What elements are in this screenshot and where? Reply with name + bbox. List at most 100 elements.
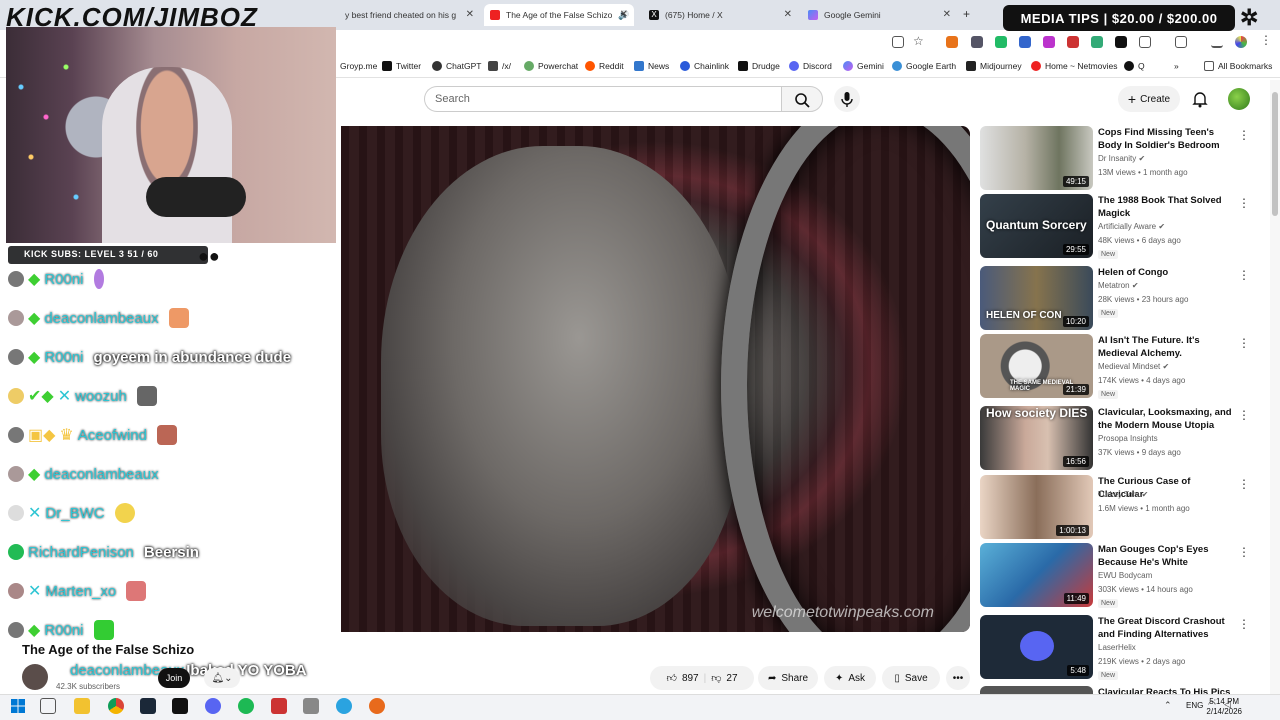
video-thumbnail[interactable]: Quantum Sorcery 29:55 — [980, 194, 1093, 258]
ask-button[interactable]: ✦ Ask — [824, 666, 876, 690]
bookmarks-overflow[interactable]: » — [1174, 61, 1179, 71]
profile-icon[interactable] — [1235, 36, 1247, 48]
tab-google-gemini[interactable]: Google Gemini ✕ — [802, 4, 957, 26]
discord-icon[interactable] — [205, 698, 221, 714]
like-button[interactable]: 👍︎ 897 — [666, 672, 698, 685]
x-extension-icon[interactable] — [1115, 36, 1127, 48]
puzzle-icon[interactable] — [1139, 36, 1151, 48]
tab-x-home[interactable]: X (675) Home / X ✕ — [643, 4, 798, 26]
recommendation-item[interactable]: HELEN OF CON 10:20 Helen of Congo Metatro… — [980, 266, 1250, 330]
bookmark-discord[interactable]: Discord — [789, 61, 832, 71]
recommendation-item[interactable]: 1:00:13 The Curious Case of Clavicular T… — [980, 475, 1250, 539]
bookmark-q[interactable]: Q — [1124, 61, 1145, 71]
video-thumbnail[interactable]: THE SAME MEDIEVAL MAGIC 21:39 — [980, 334, 1093, 398]
subs-goal-bar: KICK SUBS: LEVEL 3 51 / 60 — [8, 246, 208, 264]
recommendation-item[interactable]: Quantum Sorcery 29:55 The 1988 Book That … — [980, 194, 1250, 259]
subscribe-bell-button[interactable]: 🔔︎ ⌄ — [204, 668, 240, 688]
system-clock[interactable]: 5:14 PM 2/14/2026 — [1206, 697, 1242, 717]
search-button[interactable] — [781, 86, 823, 112]
bookmark-powerchat[interactable]: Powerchat — [524, 61, 578, 71]
recommendation-item[interactable]: THE SAME MEDIEVAL MAGIC 21:39 AI Isn't Th… — [980, 334, 1250, 399]
recommendation-item[interactable]: 11:49 Man Gouges Cop's Eyes Because He's… — [980, 543, 1250, 608]
video-player[interactable]: welcometotwinpeaks.com — [341, 126, 970, 632]
sidebar-icon[interactable] — [1175, 36, 1187, 48]
video-thumbnail[interactable]: 49:15 — [980, 126, 1093, 190]
extension-icon[interactable] — [1067, 36, 1079, 48]
recommendation-item[interactable]: 49:15 Cops Find Missing Teen's Body In S… — [980, 126, 1250, 190]
account-avatar[interactable] — [1228, 88, 1250, 110]
tab-age-of-false-schizo[interactable]: The Age of the False Schizo 🔊 ✕ — [484, 4, 634, 26]
bookmark-star-icon[interactable]: ☆ — [913, 34, 924, 48]
bookmark-google-earth[interactable]: Google Earth — [892, 61, 956, 71]
video-thumbnail[interactable]: 5:48 — [980, 615, 1093, 679]
recommendation-item[interactable]: Clavicular Reacts To His Pics — [980, 686, 1250, 694]
close-icon[interactable]: ✕ — [784, 9, 792, 20]
app-icon[interactable] — [271, 698, 287, 714]
more-actions-button[interactable]: ••• — [946, 666, 970, 690]
menu-kebab-icon[interactable]: ⋮ — [1260, 33, 1272, 47]
windows-start-icon[interactable] — [10, 698, 26, 714]
search-input[interactable]: Search — [424, 86, 782, 112]
task-view-icon[interactable] — [40, 698, 56, 714]
share-button[interactable]: ➦ Share — [758, 666, 818, 690]
all-bookmarks[interactable]: All Bookmarks — [1204, 61, 1272, 71]
new-tab-button[interactable]: + — [963, 7, 970, 21]
bookmark-chatgpt[interactable]: ChatGPT — [432, 61, 481, 71]
kebab-menu-icon[interactable]: ⋮ — [1238, 477, 1250, 491]
save-button[interactable]: ▯ Save — [882, 666, 940, 690]
shield-icon[interactable] — [971, 36, 983, 48]
video-thumbnail[interactable]: How society DIES 16:56 — [980, 406, 1093, 470]
recommendation-item[interactable]: 5:48 The Great Discord Crashout and Find… — [980, 615, 1250, 680]
kebab-menu-icon[interactable]: ⋮ — [1238, 545, 1250, 559]
bookmark-news[interactable]: News — [634, 61, 669, 71]
kebab-menu-icon[interactable]: ⋮ — [1238, 336, 1250, 350]
verified-icon: ✔ — [1158, 222, 1166, 231]
close-icon[interactable]: ✕ — [466, 9, 474, 20]
bookmark-x[interactable]: /x/ — [488, 61, 511, 71]
gemini-icon — [808, 10, 818, 20]
install-icon[interactable] — [892, 36, 904, 48]
notifications-button[interactable] — [1190, 89, 1210, 109]
kebab-menu-icon[interactable]: ⋮ — [1238, 128, 1250, 142]
join-button[interactable]: Join — [158, 668, 190, 688]
app-icon[interactable] — [369, 698, 385, 714]
steam-icon[interactable] — [140, 698, 156, 714]
video-thumbnail[interactable]: 1:00:13 — [980, 475, 1093, 539]
bookmark-twitter[interactable]: Twitter — [382, 61, 421, 71]
bookmark-groyp[interactable]: Groyp.me — [340, 61, 377, 71]
extension-icon[interactable] — [1091, 36, 1103, 48]
close-icon[interactable]: ✕ — [943, 9, 951, 20]
video-thumbnail[interactable]: HELEN OF CON 10:20 — [980, 266, 1093, 330]
video-thumbnail[interactable] — [980, 686, 1093, 694]
extension-icon[interactable] — [995, 36, 1007, 48]
dislike-button[interactable]: 👎︎ 27 — [711, 672, 737, 685]
app-icon[interactable] — [303, 698, 319, 714]
extension-icon[interactable] — [1019, 36, 1031, 48]
extension-icon[interactable] — [1043, 36, 1055, 48]
kebab-menu-icon[interactable]: ⋮ — [1238, 617, 1250, 631]
create-button[interactable]: + Create — [1118, 86, 1180, 112]
reading-list-icon[interactable] — [1211, 36, 1223, 48]
close-icon[interactable]: ✕ — [620, 9, 628, 20]
language-indicator[interactable]: ENG — [1186, 701, 1203, 710]
recommendation-item[interactable]: How society DIES 16:56 Clavicular, Looksm… — [980, 406, 1250, 470]
bookmark-gemini[interactable]: Gemini — [843, 61, 884, 71]
terminal-icon[interactable] — [172, 698, 188, 714]
bookmark-drudge[interactable]: Drudge — [738, 61, 780, 71]
voice-search-button[interactable] — [834, 86, 860, 112]
scrollbar-thumb[interactable] — [1272, 92, 1278, 216]
video-thumbnail[interactable]: 11:49 — [980, 543, 1093, 607]
metamask-icon[interactable] — [946, 36, 958, 48]
kebab-menu-icon[interactable]: ⋮ — [1238, 196, 1250, 210]
chrome-icon[interactable] — [108, 698, 124, 714]
tray-overflow-icon[interactable]: ⌃ — [1164, 700, 1172, 711]
spotify-icon[interactable] — [238, 698, 254, 714]
file-explorer-icon[interactable] — [74, 698, 90, 714]
bookmark-netmovies[interactable]: Home ~ Netmovies — [1031, 61, 1118, 71]
tab-best-friend[interactable]: y best friend cheated on his g ✕ — [345, 4, 480, 26]
bookmark-midjourney[interactable]: Midjourney — [966, 61, 1022, 71]
bookmark-reddit[interactable]: Reddit — [585, 61, 624, 71]
kebab-menu-icon[interactable]: ⋮ — [1238, 268, 1250, 282]
bookmark-chainlink[interactable]: Chainlink — [680, 61, 729, 71]
kebab-menu-icon[interactable]: ⋮ — [1238, 408, 1250, 422]
